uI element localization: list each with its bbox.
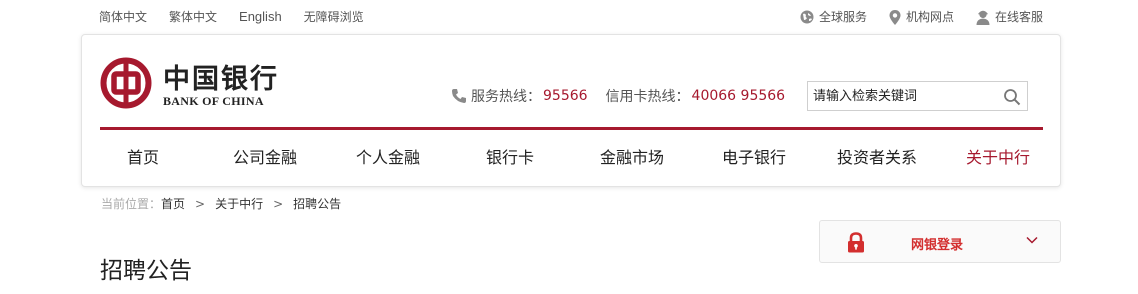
hotline-info: 服务热线： 95566 信用卡热线： 40066 95566 [451,86,785,106]
main-nav: 首页 公司金融 个人金融 银行卡 金融市场 电子银行 投资者关系 关于中行 [100,130,1043,186]
location-pin-icon [889,9,901,25]
top-right-links: 全球服务 机构网点 在线客服 [778,9,1043,25]
online-banking-login-button[interactable]: 网银登录 [819,220,1061,263]
lang-simplified-link[interactable]: 简体中文 [99,9,147,25]
bank-logo[interactable]: 中国银行 BANK OF CHINA [100,57,290,113]
top-utility-bar: 简体中文 繁体中文 English 无障碍浏览 全球服务 机构网点 在线客服 [0,0,1138,34]
search-box [807,81,1028,111]
logo-chinese-name: 中国银行 [163,64,279,95]
nav-item-corporate[interactable]: 公司金融 [233,148,297,168]
service-hotline-label: 服务热线： [471,89,541,105]
branch-locator-link[interactable]: 机构网点 [889,9,954,25]
breadcrumb: 当前位置： 首页 > 关于中行 > 招聘公告 [101,195,341,212]
nav-item-e-banking[interactable]: 电子银行 [722,148,786,168]
online-service-link[interactable]: 在线客服 [976,9,1043,25]
nav-item-investor-relations[interactable]: 投资者关系 [837,148,917,168]
branch-locator-label: 机构网点 [905,10,954,24]
breadcrumb-item-home[interactable]: 首页 [161,195,185,212]
nav-item-financial-markets[interactable]: 金融市场 [600,148,664,168]
language-links: 简体中文 繁体中文 English 无障碍浏览 [99,9,386,25]
logo-english-name: BANK OF CHINA [163,94,264,108]
accessibility-link[interactable]: 无障碍浏览 [304,9,364,25]
globe-icon [800,10,814,24]
card-hotline-label: 信用卡热线： [605,89,690,105]
breadcrumb-prefix: 当前位置： [101,197,162,211]
lang-english-link[interactable]: English [239,9,282,25]
page-title: 招聘公告 [100,258,192,284]
boc-emblem-icon [100,57,152,109]
service-hotline-number: 95566 [543,88,588,104]
breadcrumb-separator: > [195,196,206,211]
search-icon[interactable] [1003,88,1021,106]
user-icon [976,10,990,25]
global-service-link[interactable]: 全球服务 [800,9,867,25]
nav-item-home[interactable]: 首页 [127,148,159,168]
nav-item-bank-card[interactable]: 银行卡 [486,148,534,168]
online-banking-login-label: 网银登录 [911,238,964,253]
breadcrumb-separator: > [273,196,284,211]
header-card: 中国银行 BANK OF CHINA 服务热线： 95566 信用卡热线： 40… [81,34,1061,187]
nav-item-about[interactable]: 关于中行 [966,148,1030,168]
lang-traditional-link[interactable]: 繁体中文 [169,9,217,25]
nav-item-personal[interactable]: 个人金融 [356,148,420,168]
chevron-down-icon [1026,236,1038,244]
breadcrumb-item-current: 招聘公告 [293,197,342,211]
lock-icon [848,232,864,253]
search-input[interactable] [808,82,998,110]
online-service-label: 在线客服 [994,10,1043,24]
card-hotline-number: 40066 95566 [691,88,786,104]
phone-icon [452,89,466,103]
global-service-label: 全球服务 [818,10,867,24]
breadcrumb-item-about[interactable]: 关于中行 [215,195,263,212]
